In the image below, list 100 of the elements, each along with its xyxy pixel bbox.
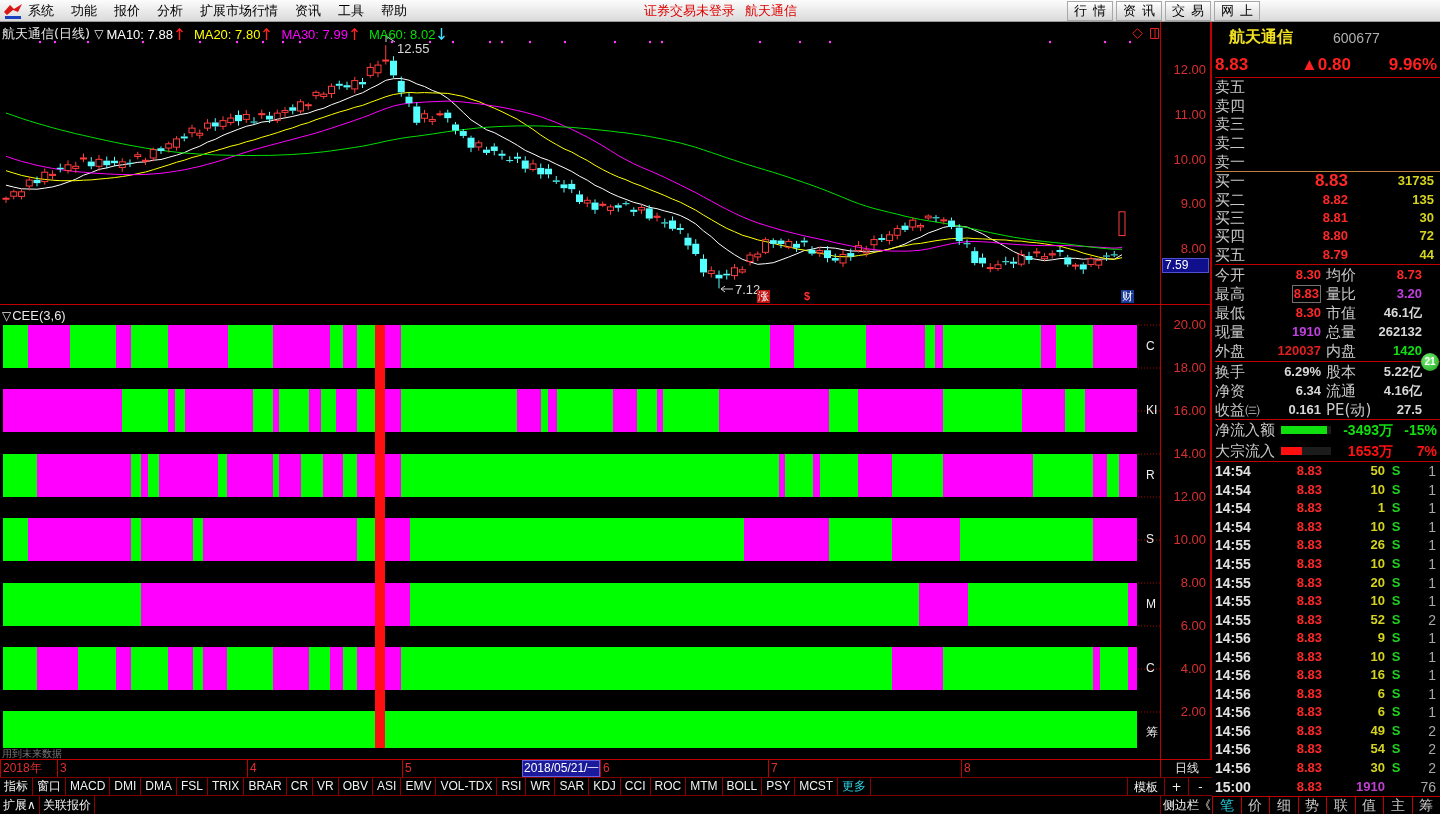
menu-item[interactable]: 系统 (28, 1, 54, 20)
trade-count: 1 (1428, 574, 1436, 591)
indicator-tab[interactable]: EMV (401, 778, 437, 795)
stock-code: 600677 (1333, 29, 1380, 46)
change-percent: 9.96% (1388, 55, 1437, 75)
stat-label: 收益㈢ (1215, 400, 1260, 419)
stat-value: 8.30 (1295, 304, 1321, 321)
panel-tab[interactable]: 笔 (1212, 797, 1241, 814)
indicator-tab[interactable]: MACD (66, 778, 111, 795)
indicator-tab[interactable]: CR (286, 778, 314, 795)
window-icon[interactable] (1150, 28, 1159, 39)
indicator-tab[interactable]: MTM (686, 778, 723, 795)
trade-count: 1 (1428, 593, 1436, 610)
indicator-tab[interactable]: VOL-TDX (436, 778, 498, 795)
trade-volume: 26 (1370, 537, 1385, 554)
indicator-tab[interactable]: ROC (650, 778, 687, 795)
stat-label: 流通 (1326, 381, 1356, 400)
stat-label: 内盘 (1326, 342, 1356, 361)
indicator-tab[interactable]: CCI (620, 778, 651, 795)
date-axis-label: 7 (768, 760, 961, 777)
more-link[interactable]: 更多 (838, 778, 872, 795)
panel-tab[interactable]: 筹 (1411, 797, 1440, 814)
trade-price: 8.83 (1296, 500, 1322, 517)
indicator-tab[interactable]: TRIX (208, 778, 245, 795)
indicator-tab[interactable]: VR (313, 778, 339, 795)
trade-price: 8.83 (1296, 722, 1322, 739)
price-change: ▲0.80 (1301, 55, 1351, 75)
trade-side: S (1391, 518, 1401, 535)
menu-item[interactable]: 报价 (114, 1, 140, 20)
stat-label: 外盘 (1215, 342, 1245, 361)
indicator-tab[interactable]: 指标 (0, 778, 33, 795)
stat-value: 46.1亿 (1383, 304, 1422, 321)
bid-price: 8.83 (1314, 172, 1348, 191)
trade-side: S (1391, 704, 1401, 721)
trade-side: S (1391, 574, 1401, 591)
bottom-tab[interactable]: 扩展∧ (0, 796, 40, 814)
indicator-tab[interactable]: BRAR (244, 778, 287, 795)
indicator-tab[interactable]: KDJ (589, 778, 621, 795)
trade-price: 8.83 (1296, 741, 1322, 758)
period-label[interactable]: 日线 (1160, 760, 1212, 777)
trade-time: 14:56 (1215, 722, 1252, 739)
trade-side: S (1391, 760, 1401, 776)
indicator-tab[interactable]: MCST (795, 778, 839, 795)
menu-item[interactable]: 资讯 (295, 1, 321, 20)
trade-price: 8.83 (1296, 518, 1322, 535)
indicator-tab[interactable]: 窗口 (33, 778, 66, 795)
trade-count: 1 (1428, 537, 1436, 554)
indicator-axis-label: 4.00 (1180, 662, 1206, 676)
toolbar-button[interactable]: 资讯 (1116, 0, 1162, 21)
toolbar-button[interactable]: 网上 (1214, 0, 1260, 21)
trade-volume: 50 (1370, 463, 1385, 480)
toolbar-button[interactable]: 交易 (1165, 0, 1211, 21)
trade-time: 14:55 (1215, 611, 1252, 628)
indicator-tab[interactable]: BOLL (722, 778, 763, 795)
price-axis-label: 9.00 (1180, 197, 1206, 212)
stat-value: 262132 (1378, 324, 1422, 341)
panel-tab[interactable]: 价 (1240, 797, 1269, 814)
indicator-tab[interactable]: DMI (110, 778, 142, 795)
indicator-tab[interactable]: RSI (497, 778, 527, 795)
trade-time: 14:56 (1215, 685, 1252, 702)
stat-label: 今开 (1215, 265, 1245, 284)
sidebar-toggle[interactable]: 侧边栏《 (1160, 796, 1212, 814)
collapse-toggle[interactable]: ▽ (2, 308, 12, 323)
indicator-tab[interactable]: PSY (762, 778, 796, 795)
trade-side: S (1391, 611, 1401, 628)
indicator-axis-label: 6.00 (1180, 619, 1206, 633)
bottom-tab[interactable]: 关联报价 (39, 796, 95, 814)
panel-tab[interactable]: 值 (1354, 797, 1383, 814)
panel-tab[interactable]: 细 (1269, 797, 1298, 814)
trade-price: 8.83 (1296, 648, 1322, 665)
indicator-tab[interactable]: DMA (141, 778, 177, 795)
stat-value: 120037 (1277, 343, 1321, 360)
trade-volume: 10 (1370, 648, 1385, 665)
finance-badge: 财 (1121, 290, 1134, 303)
panel-tab[interactable]: 主 (1383, 797, 1412, 814)
menu-item[interactable]: 扩展市场行情 (200, 1, 278, 20)
cursor-date-label: 2018/05/21/一 (522, 760, 600, 777)
menu-item[interactable]: 帮助 (381, 1, 407, 20)
trade-time: 14:55 (1215, 574, 1252, 591)
menu-item[interactable]: 工具 (338, 1, 364, 20)
trade-price: 8.83 (1296, 556, 1322, 572)
toolbar-button[interactable]: 行情 (1067, 0, 1113, 21)
diamond-icon[interactable] (1132, 28, 1143, 39)
indicator-tab[interactable]: FSL (177, 778, 209, 795)
panel-tab[interactable]: 势 (1297, 797, 1326, 814)
indicator-tab[interactable]: SAR (555, 778, 590, 795)
menu-item[interactable]: 功能 (71, 1, 97, 20)
indicator-tab[interactable]: OBV (338, 778, 374, 795)
trade-count: 1 (1428, 685, 1436, 702)
indicator-tab[interactable]: WR (526, 778, 556, 795)
trade-side: S (1391, 741, 1401, 758)
menu-item[interactable]: 分析 (157, 1, 183, 20)
stock-name: 航天通信 (1229, 27, 1293, 48)
trade-side: S (1391, 537, 1401, 554)
indicator-tab[interactable]: ASI (373, 778, 402, 795)
trade-count: 1 (1428, 630, 1436, 647)
flow-label: 净流入额 (1215, 421, 1275, 440)
year-label: 2018年 (0, 760, 57, 777)
stat-value: 8.30 (1295, 266, 1321, 283)
panel-tab[interactable]: 联 (1326, 797, 1355, 814)
